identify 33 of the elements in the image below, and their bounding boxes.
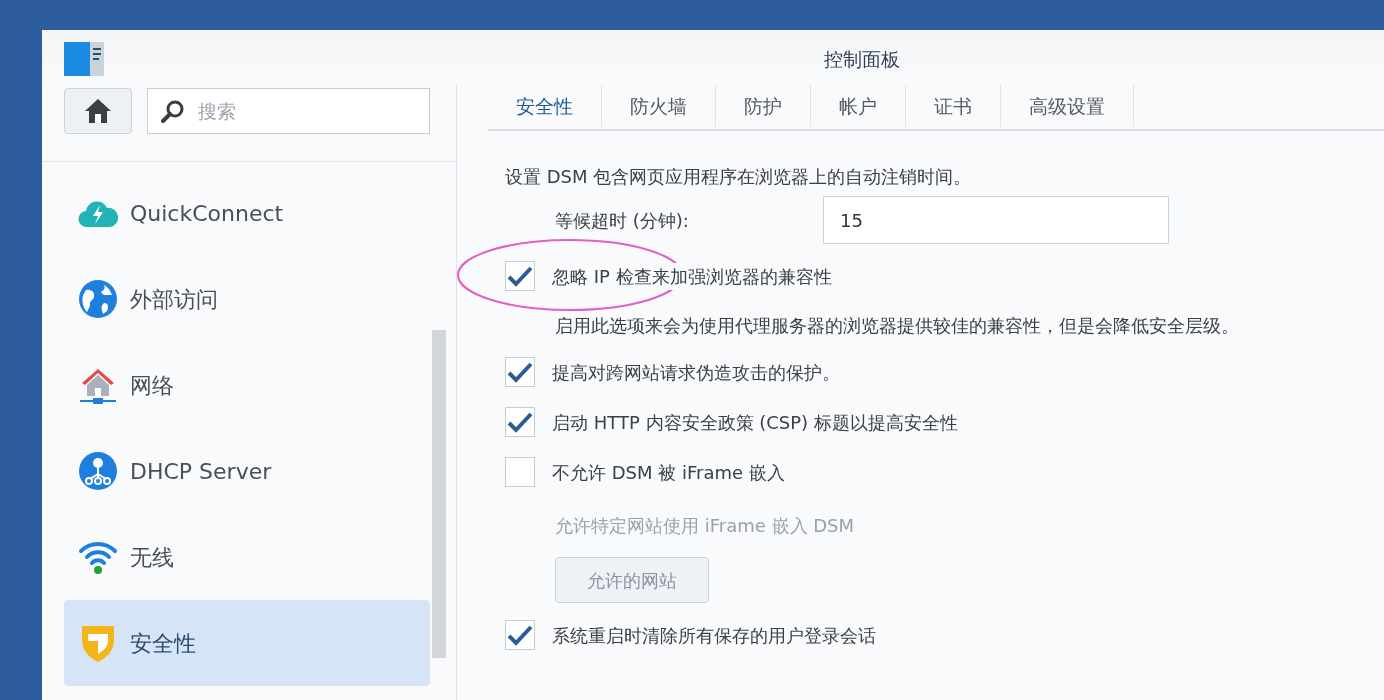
tab[interactable]: 高级设置 [1001,85,1134,127]
checkbox[interactable] [505,407,535,437]
note-text: 启用此选项来会为使用代理服务器的浏览器提供较佳的兼容性，但是会降低安全层级。 [555,313,1240,338]
globe-icon [78,279,118,319]
description-text: 设置 DSM 包含网页应用程序在浏览器上的自动注销时间。 [505,164,973,189]
checkbox-label: 忽略 IP 检查来加强浏览器的兼容性 [552,262,832,290]
window-title: 控制面板 [823,47,901,72]
search-icon [161,99,185,123]
tab[interactable]: 帐户 [811,85,906,127]
dhcp-icon [78,451,118,491]
checkbox[interactable] [505,620,535,650]
tab[interactable]: 防护 [716,85,811,127]
field-label: 等候超时 (分钟): [555,208,690,233]
home-button[interactable] [64,88,132,134]
sidebar-item[interactable]: DHCP Server [64,428,430,514]
search-field[interactable]: 搜索 [147,88,430,134]
sidebar-item[interactable]: QuickConnect [64,170,430,256]
checkbox[interactable] [505,457,535,487]
sidebar-item[interactable]: 外部访问 [64,256,430,342]
home-icon [84,98,112,124]
sidebar-item[interactable]: 无线 [64,514,430,600]
checkbox[interactable] [505,261,535,291]
tab[interactable]: 证书 [906,85,1001,127]
tab[interactable]: 安全性 [488,85,602,127]
sidebar-item[interactable]: 安全性 [64,600,430,686]
wifi-icon [78,539,118,575]
checkbox[interactable] [505,357,535,387]
sidebar-item[interactable]: 网络 [64,342,430,428]
tab[interactable]: 防火墙 [602,85,716,127]
scrollbar[interactable] [432,330,446,658]
timeout-field[interactable]: 15 [823,196,1169,244]
control-panel-icon [64,39,106,76]
note-text: 允许特定网站使用 iFrame 嵌入 DSM [555,513,856,538]
